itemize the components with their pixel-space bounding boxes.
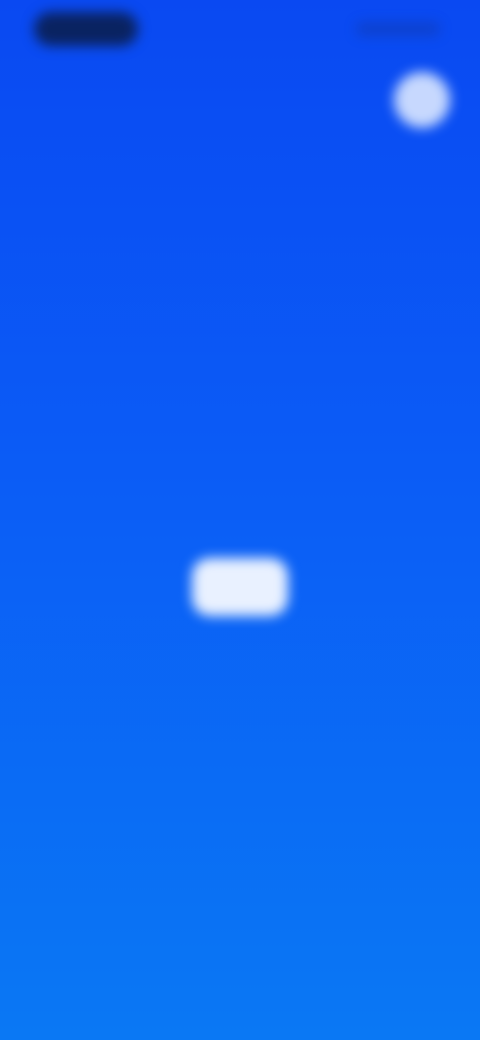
status-pill: [34, 12, 138, 46]
screen: [0, 0, 480, 1040]
message-block: [40, 440, 440, 464]
action-button[interactable]: [192, 558, 288, 616]
close-button[interactable]: [394, 72, 450, 128]
status-indicators: [356, 22, 440, 36]
blurred-content: [0, 0, 480, 1040]
